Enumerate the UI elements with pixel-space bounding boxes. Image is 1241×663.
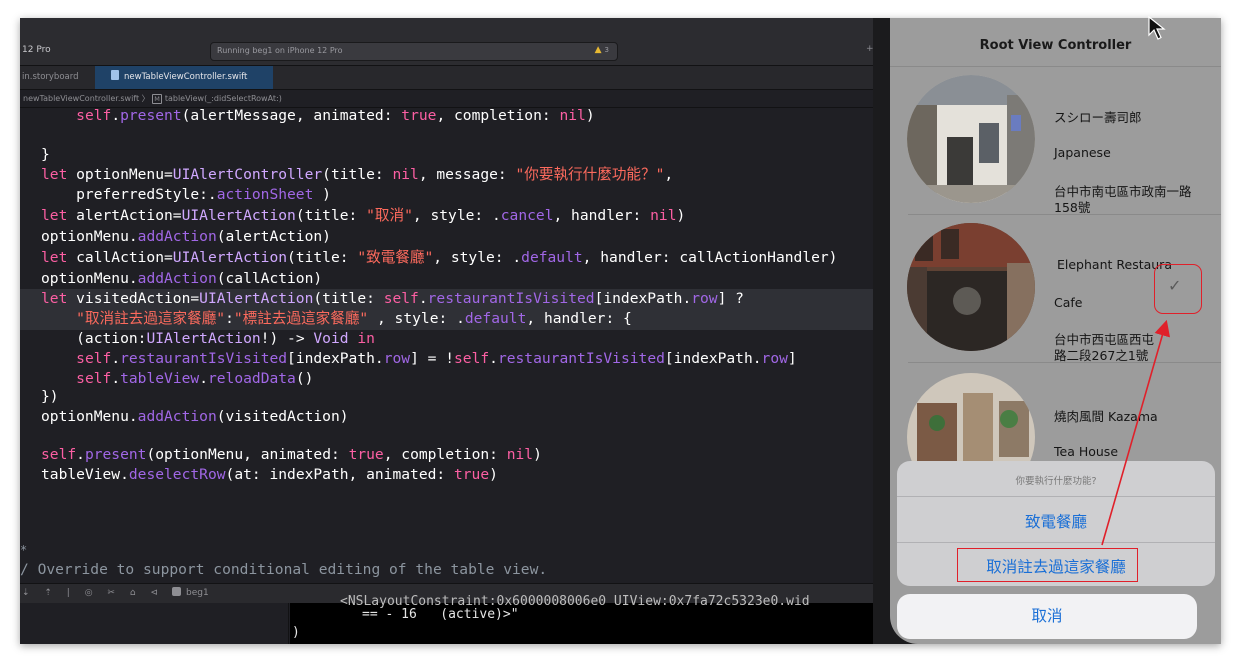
code-line: tableView.deselectRow(at: indexPath, ani… [41, 466, 498, 483]
code-line: preferredStyle:.actionSheet ) [41, 186, 331, 203]
code-line: optionMenu.addAction(visitedAction) [41, 408, 349, 425]
restaurant-photo [907, 223, 1035, 351]
jumpbar-method[interactable]: tableView(_:didSelectRowAt:) [165, 94, 282, 103]
code-line: (action:UIAlertAction!) -> Void in [41, 330, 375, 347]
status-text: Running beg1 on iPhone 12 Pro [217, 46, 343, 55]
mouse-cursor-icon [1148, 16, 1166, 40]
warning-icon: ▲ [594, 45, 602, 55]
code-line: }) [41, 388, 59, 405]
code-line: let alertAction=UIAlertAction(title: "取消… [41, 207, 686, 224]
tab-label: newTableViewController.swift [124, 72, 248, 82]
restaurant-photo [907, 75, 1035, 203]
console-line: ) [292, 625, 300, 640]
xcode-window: 12 Pro Running beg1 on iPhone 12 Pro ▲ 3 … [20, 18, 1221, 644]
nav-bar-title: Root View Controller [979, 38, 1132, 53]
code-line: self.present(alertMessage, animated: tru… [76, 109, 595, 124]
jumpbar-separator: 〉 [141, 94, 150, 103]
variables-view [20, 603, 289, 644]
code-line: self.restaurantIsVisited[indexPath.row] … [76, 350, 797, 367]
gutter-mark: * [20, 543, 28, 557]
code-line: "取消註去過這家餐廳":"標註去過這家餐廳" , style: .default… [76, 310, 632, 327]
restaurant-location: 台中市西屯區西屯路二段267之1號 [1054, 332, 1155, 363]
debug-target[interactable]: beg1 [172, 584, 209, 603]
code-line: let optionMenu=UIAlertController(title: … [41, 166, 674, 183]
action-highlight-box [957, 548, 1138, 582]
tab-storyboard[interactable]: in.storyboard [20, 66, 90, 89]
code-line: self.tableView.reloadData() [76, 370, 314, 387]
debug-controls-icon[interactable]: ⇣ ⇡ | ◎ ✂ ⌂ ⊲ [22, 584, 164, 603]
sheet-separator [897, 496, 1215, 497]
code-line: optionMenu.addAction(callAction) [41, 270, 323, 287]
scheme-selector[interactable]: 12 Pro [22, 45, 51, 55]
restaurant-type: Japanese [1054, 145, 1111, 160]
jumpbar-file[interactable]: newTableViewController.swift [23, 94, 139, 103]
warning-count: 3 [604, 46, 609, 54]
cancel-button[interactable]: 取消 [897, 594, 1197, 639]
code-line: let callAction=UIAlertAction(title: "致電餐… [41, 249, 838, 266]
restaurant-location: 台中市南屯區市政南一路158號 [1054, 184, 1192, 215]
code-line: self.present(optionMenu, animated: true,… [41, 446, 542, 463]
sheet-separator [897, 542, 1215, 543]
checkmark-highlight-box [1154, 264, 1202, 314]
method-badge-icon: M [152, 94, 162, 104]
action-sheet-message: 你要執行什麼功能? [1015, 476, 1097, 487]
activity-status: Running beg1 on iPhone 12 Pro ▲ 3 [210, 42, 618, 61]
restaurant-type: Cafe [1054, 295, 1083, 310]
restaurant-name: スシロー壽司郎 [1054, 110, 1142, 125]
code-line: } [41, 146, 50, 163]
debug-console[interactable]: <NSLayoutConstraint:0x6000008006e0 UIVie… [290, 594, 880, 644]
swift-file-icon [111, 70, 119, 80]
console-line: == - 16 (active)>" [362, 607, 519, 622]
warning-indicator[interactable]: ▲ 3 [595, 45, 609, 55]
code-editor[interactable]: self.present(alertMessage, animated: tru… [20, 109, 880, 583]
code-line: let visitedAction=UIAlertAction(title: s… [41, 290, 744, 307]
app-target-icon [172, 587, 181, 596]
table-row[interactable]: スシロー壽司郎 Japanese 台中市南屯區市政南一路158號 [890, 67, 1221, 215]
restaurant-type: Tea House [1054, 444, 1119, 459]
call-restaurant-action[interactable]: 致電餐廳 [897, 510, 1215, 532]
code-line: optionMenu.addAction(alertAction) [41, 228, 331, 245]
tab-swift-file[interactable]: newTableViewController.swift [95, 66, 273, 89]
code-line: / Override to support conditional editin… [20, 561, 548, 578]
restaurant-name: 燒肉風間 Kazama [1054, 409, 1158, 424]
iphone-simulator-screen: Root View Controller スシロー壽司郎 Japanese 台中… [890, 18, 1221, 644]
debug-target-label: beg1 [186, 588, 209, 598]
